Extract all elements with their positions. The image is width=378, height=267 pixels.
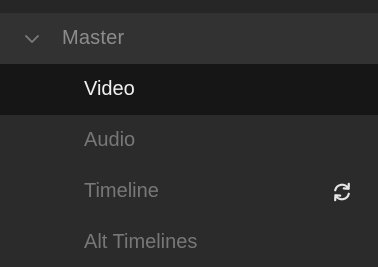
bin-item-video[interactable]: Video: [0, 64, 378, 115]
sync-icon[interactable]: [330, 180, 354, 204]
bin-item-audio[interactable]: Audio: [0, 115, 378, 166]
panel-top-edge: [0, 0, 378, 13]
bin-item-label: Video: [84, 78, 135, 100]
chevron-down-icon[interactable]: [22, 29, 42, 49]
bin-item-label: Audio: [84, 129, 136, 151]
bin-item-timeline[interactable]: Timeline: [0, 166, 378, 217]
bin-list-panel: Master Video Audio Timeline Alt Timeline…: [0, 0, 378, 267]
bin-item-label: Timeline: [84, 180, 159, 202]
bin-item-label: Alt Timelines: [84, 231, 198, 253]
bin-item-alt-timelines[interactable]: Alt Timelines: [0, 217, 378, 267]
bin-group-master[interactable]: Master: [0, 13, 378, 64]
bin-group-label: Master: [62, 27, 125, 49]
